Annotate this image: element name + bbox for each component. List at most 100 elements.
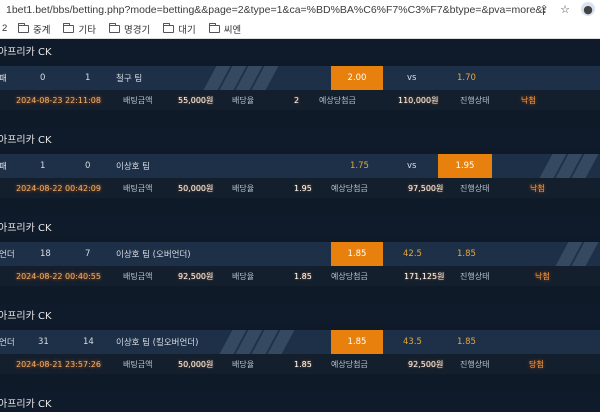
ratio-label: 배당율 bbox=[232, 95, 255, 105]
bet-entry: 아프리카 CK 패 1 0 이상호 팀 1.75 vs 1.95 2024-08… bbox=[0, 127, 600, 215]
league-title: 아프리카 CK bbox=[0, 303, 600, 325]
profile-icon[interactable]: ● bbox=[581, 2, 595, 16]
status-label: 진행상태 bbox=[460, 183, 490, 193]
bookmark-label: 대기 bbox=[178, 24, 196, 36]
expected-value: 110,000원 bbox=[398, 95, 439, 105]
odds-mid[interactable]: vs bbox=[407, 66, 416, 90]
odds-right[interactable]: 1.70 bbox=[457, 66, 476, 90]
browser-address-bar[interactable]: 1bet1.bet/bbs/betting.php?mode=betting&&… bbox=[0, 0, 600, 19]
ratio-value: 1.95 bbox=[294, 183, 312, 193]
bet-date: 2024-08-22 00:42:09 bbox=[16, 183, 101, 193]
ratio-value: 2 bbox=[294, 95, 300, 105]
ratio-label: 배당율 bbox=[232, 359, 255, 369]
bet-date: 2024-08-21 23:57:26 bbox=[16, 359, 101, 369]
score-home: 31 bbox=[38, 337, 49, 347]
team-name: 이상호 팀 (오버언더) bbox=[116, 250, 191, 260]
team-name: 이상호 팀 (킬오버언더) bbox=[116, 338, 199, 348]
odds-left[interactable]: 1.75 bbox=[350, 154, 369, 178]
score-home: 18 bbox=[40, 249, 51, 259]
league-name: 아프리카 CK bbox=[0, 134, 52, 146]
status-value: 당첨 bbox=[529, 359, 544, 369]
expected-value: 171,125원 bbox=[404, 271, 445, 281]
bet-amount-label: 배팅금액 bbox=[123, 95, 153, 105]
folder-icon bbox=[63, 22, 75, 33]
betting-history-page: 아프리카 CK 패 0 1 철구 팀 2.00 vs 1.70 2024-08-… bbox=[0, 39, 600, 412]
league-title: 아프리카 CK bbox=[0, 39, 600, 61]
odds-right[interactable]: 1.85 bbox=[457, 330, 476, 354]
bet-detail-row: 2024-08-21 23:57:26 배팅금액 50,000원 배당율 1.8… bbox=[0, 354, 600, 374]
bet-detail-row: 2024-08-22 00:40:55 배팅금액 92,500원 배당율 1.8… bbox=[0, 266, 600, 286]
score-away: 0 bbox=[85, 161, 91, 171]
status-value: 낙첨 bbox=[521, 95, 536, 105]
bet-entry: 아프리카 CK 언더 31 14 이상호 팀 (킬오버언더) 1.85 43.5… bbox=[0, 303, 600, 391]
bookmark-label: 명경기 bbox=[123, 24, 151, 36]
ratio-label: 배당율 bbox=[232, 271, 255, 281]
match-row[interactable]: 언더 18 7 이상호 팀 (오버언더) 1.85 42.5 1.85 bbox=[0, 242, 600, 266]
bet-amount-label: 배팅금액 bbox=[123, 359, 153, 369]
odds-left-selected[interactable]: 2.00 bbox=[331, 66, 383, 90]
bet-amount-label: 배팅금액 bbox=[123, 271, 153, 281]
status-label: 진행상태 bbox=[460, 359, 490, 369]
expected-value: 97,500원 bbox=[408, 183, 444, 193]
bookmark-folder-3[interactable]: 명경기 bbox=[108, 22, 151, 36]
status-value: 낙첨 bbox=[535, 271, 550, 281]
odds-left-selected[interactable]: 1.85 bbox=[331, 330, 383, 354]
share-icon[interactable]: ⇪ bbox=[537, 2, 551, 16]
ratio-label: 배당율 bbox=[232, 183, 255, 193]
odds-right[interactable]: 1.85 bbox=[457, 242, 476, 266]
team-name: 이상호 팀 bbox=[116, 162, 150, 172]
bet-entry: 아프리카 CK 언더 18 7 이상호 팀 (오버언더) 1.85 42.5 1… bbox=[0, 215, 600, 303]
bookmark-prefix: 2 bbox=[2, 23, 8, 34]
bet-type: 패 bbox=[0, 162, 7, 172]
ratio-value: 1.85 bbox=[294, 271, 312, 281]
folder-icon bbox=[163, 22, 175, 33]
expected-label: 예상당첨금 bbox=[319, 95, 356, 105]
expected-label: 예상당첨금 bbox=[331, 271, 368, 281]
league-name: 아프리카 CK bbox=[0, 222, 52, 234]
league-title: 아프리카 CK bbox=[0, 215, 600, 237]
score-away: 1 bbox=[85, 73, 91, 83]
bookmark-folder-5[interactable]: 씨엔 bbox=[208, 22, 242, 36]
league-title: 아프리카 CK bbox=[0, 391, 600, 412]
odds-mid[interactable]: 42.5 bbox=[403, 242, 422, 266]
folder-icon bbox=[18, 22, 29, 33]
bookmark-folder-1[interactable]: 중계 bbox=[18, 22, 50, 36]
bookmarks-bar: 2 중계 기타 명경기 대기 씨엔 bbox=[0, 19, 600, 39]
bookmark-label: 기타 bbox=[78, 24, 96, 36]
bet-amount: 50,000원 bbox=[178, 183, 214, 193]
bet-type: 패 bbox=[0, 74, 7, 84]
bookmark-label: 씨엔 bbox=[223, 24, 242, 36]
match-row[interactable]: 언더 31 14 이상호 팀 (킬오버언더) 1.85 43.5 1.85 bbox=[0, 330, 600, 354]
score-home: 1 bbox=[40, 161, 46, 171]
expected-label: 예상당첨금 bbox=[331, 359, 368, 369]
url-text[interactable]: 1bet1.bet/bbs/betting.php?mode=betting&&… bbox=[0, 4, 545, 16]
status-value: 낙첨 bbox=[530, 183, 545, 193]
odds-mid[interactable]: 43.5 bbox=[403, 330, 422, 354]
bookmark-folder-2[interactable]: 기타 bbox=[63, 22, 96, 36]
ratio-value: 1.85 bbox=[294, 359, 312, 369]
odds-left-selected[interactable]: 1.85 bbox=[331, 242, 383, 266]
bet-entry: 아프리카 CK 패 0 1 철구 팀 2.00 vs 1.70 2024-08-… bbox=[0, 39, 600, 127]
league-title: 아프리카 CK bbox=[0, 127, 600, 149]
match-row[interactable]: 패 1 0 이상호 팀 1.75 vs 1.95 bbox=[0, 154, 600, 178]
odds-mid[interactable]: vs bbox=[407, 154, 416, 178]
expected-value: 92,500원 bbox=[408, 359, 444, 369]
star-icon[interactable]: ☆ bbox=[558, 2, 572, 16]
score-away: 7 bbox=[85, 249, 91, 259]
match-row[interactable]: 패 0 1 철구 팀 2.00 vs 1.70 bbox=[0, 66, 600, 90]
bookmark-folder-4[interactable]: 대기 bbox=[163, 22, 196, 36]
league-name: 아프리카 CK bbox=[0, 310, 52, 322]
team-name: 철구 팀 bbox=[116, 74, 143, 84]
score-away: 14 bbox=[83, 337, 94, 347]
score-home: 0 bbox=[40, 73, 46, 83]
folder-icon bbox=[208, 22, 220, 33]
bet-type: 언더 bbox=[0, 338, 15, 348]
bet-amount: 55,000원 bbox=[178, 95, 214, 105]
bet-amount: 50,000원 bbox=[178, 359, 214, 369]
bet-detail-row: 2024-08-23 22:11:08 배팅금액 55,000원 배당율 2 예… bbox=[0, 90, 600, 110]
bet-amount: 92,500원 bbox=[178, 271, 214, 281]
bet-amount-label: 배팅금액 bbox=[123, 183, 153, 193]
league-name: 아프리카 CK bbox=[0, 46, 52, 58]
status-label: 진행상태 bbox=[460, 271, 490, 281]
odds-right-selected[interactable]: 1.95 bbox=[438, 154, 492, 178]
